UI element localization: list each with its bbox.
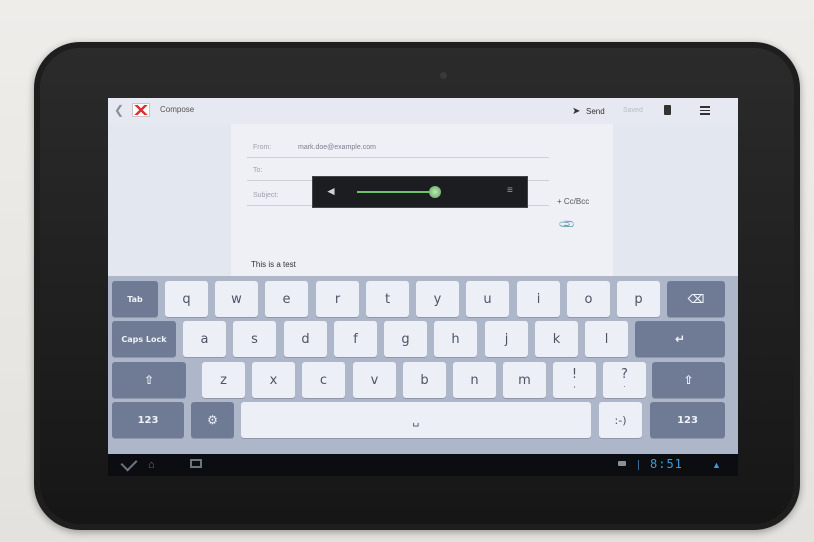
key-q[interactable]: q bbox=[165, 281, 208, 317]
system-bar: ⌂ 8:51 ▲ bbox=[108, 454, 738, 476]
key-k[interactable]: k bbox=[535, 321, 578, 357]
key-sublabel: . bbox=[623, 381, 626, 389]
page-title: Compose bbox=[160, 105, 195, 114]
from-field[interactable]: mark.doe@example.com bbox=[298, 144, 376, 151]
smiley-key[interactable]: :-) bbox=[599, 402, 642, 438]
volume-popup: ◄ ≡ bbox=[312, 176, 528, 208]
from-divider bbox=[247, 157, 549, 158]
back-icon[interactable]: ❮ bbox=[114, 103, 124, 117]
compose-area: From: mark.doe@example.com To: + Cc/Bcc … bbox=[108, 124, 738, 276]
speaker-icon: ◄ bbox=[325, 184, 337, 198]
key-i[interactable]: i bbox=[517, 281, 560, 317]
screen: ❮ Compose ➤ Send Saved From: mark.doe@ex… bbox=[108, 98, 738, 476]
key-exclamation[interactable]: ! , bbox=[553, 362, 596, 398]
key-e[interactable]: e bbox=[265, 281, 308, 317]
key-c[interactable]: c bbox=[302, 362, 345, 398]
notification-icon[interactable] bbox=[618, 461, 626, 466]
shift-left-button[interactable]: ⇧ bbox=[112, 362, 186, 398]
key-s[interactable]: s bbox=[233, 321, 276, 357]
message-body[interactable]: This is a test bbox=[251, 260, 296, 269]
key-caps-lock[interactable]: Caps Lock bbox=[112, 321, 176, 357]
key-a[interactable]: a bbox=[183, 321, 226, 357]
send-icon[interactable]: ➤ bbox=[572, 106, 580, 117]
backspace-icon: ⌫ bbox=[687, 292, 705, 306]
volume-track[interactable] bbox=[357, 191, 435, 193]
key-v[interactable]: v bbox=[353, 362, 396, 398]
cc-bcc-button[interactable]: + Cc/Bcc bbox=[557, 197, 589, 206]
key-h[interactable]: h bbox=[434, 321, 477, 357]
key-d[interactable]: d bbox=[284, 321, 327, 357]
trash-icon[interactable] bbox=[664, 105, 671, 115]
saved-button[interactable]: Saved bbox=[623, 107, 643, 114]
key-l[interactable]: l bbox=[585, 321, 628, 357]
settings-key[interactable]: ⚙ bbox=[191, 402, 234, 438]
key-z[interactable]: z bbox=[202, 362, 245, 398]
menu-icon[interactable] bbox=[700, 106, 710, 115]
key-u[interactable]: u bbox=[466, 281, 509, 317]
space-bar[interactable]: ␣ bbox=[241, 402, 591, 438]
settings-icon[interactable]: ≡ bbox=[507, 185, 513, 196]
volume-slider-thumb[interactable] bbox=[429, 186, 441, 198]
signal-icon: ▲ bbox=[712, 460, 721, 470]
key-m[interactable]: m bbox=[503, 362, 546, 398]
back-icon[interactable] bbox=[120, 454, 138, 472]
key-label: ! bbox=[571, 367, 578, 382]
gear-icon: ⚙ bbox=[207, 413, 218, 427]
clock[interactable]: 8:51 bbox=[650, 457, 683, 471]
send-button[interactable]: Send bbox=[586, 107, 605, 116]
key-o[interactable]: o bbox=[567, 281, 610, 317]
status-divider bbox=[638, 460, 639, 470]
key-p[interactable]: p bbox=[617, 281, 660, 317]
shift-icon: ⇧ bbox=[143, 373, 155, 387]
enter-button[interactable]: ↵ bbox=[635, 321, 725, 357]
key-w[interactable]: w bbox=[215, 281, 258, 317]
key-y[interactable]: y bbox=[416, 281, 459, 317]
numbers-right-button[interactable]: 123 bbox=[650, 402, 725, 438]
enter-icon: ↵ bbox=[674, 332, 686, 346]
subject-label: Subject: bbox=[253, 192, 279, 199]
space-icon: ␣ bbox=[412, 413, 420, 427]
recent-apps-icon[interactable] bbox=[190, 459, 202, 468]
soft-keyboard: Tab q w e r t y u i o p ⌫ Caps Lock a s … bbox=[108, 276, 738, 454]
action-bar: ❮ Compose ➤ Send Saved bbox=[108, 98, 738, 124]
key-r[interactable]: r bbox=[316, 281, 359, 317]
key-label: ? bbox=[621, 367, 628, 382]
key-f[interactable]: f bbox=[334, 321, 377, 357]
key-sublabel: , bbox=[573, 381, 576, 389]
shift-icon: ⇧ bbox=[683, 373, 694, 387]
key-tab[interactable]: Tab bbox=[112, 281, 158, 317]
backspace-button[interactable]: ⌫ bbox=[667, 281, 725, 317]
key-b[interactable]: b bbox=[403, 362, 446, 398]
numbers-left-button[interactable]: 123 bbox=[112, 402, 184, 438]
key-t[interactable]: t bbox=[366, 281, 409, 317]
key-n[interactable]: n bbox=[453, 362, 496, 398]
shift-right-button[interactable]: ⇧ bbox=[652, 362, 725, 398]
front-camera bbox=[440, 72, 447, 79]
gmail-logo[interactable] bbox=[132, 103, 150, 117]
key-x[interactable]: x bbox=[252, 362, 295, 398]
home-icon[interactable]: ⌂ bbox=[148, 459, 155, 471]
to-label: To: bbox=[253, 167, 263, 174]
key-j[interactable]: j bbox=[485, 321, 528, 357]
key-question[interactable]: ? . bbox=[603, 362, 646, 398]
from-label: From: bbox=[253, 144, 272, 151]
key-g[interactable]: g bbox=[384, 321, 427, 357]
